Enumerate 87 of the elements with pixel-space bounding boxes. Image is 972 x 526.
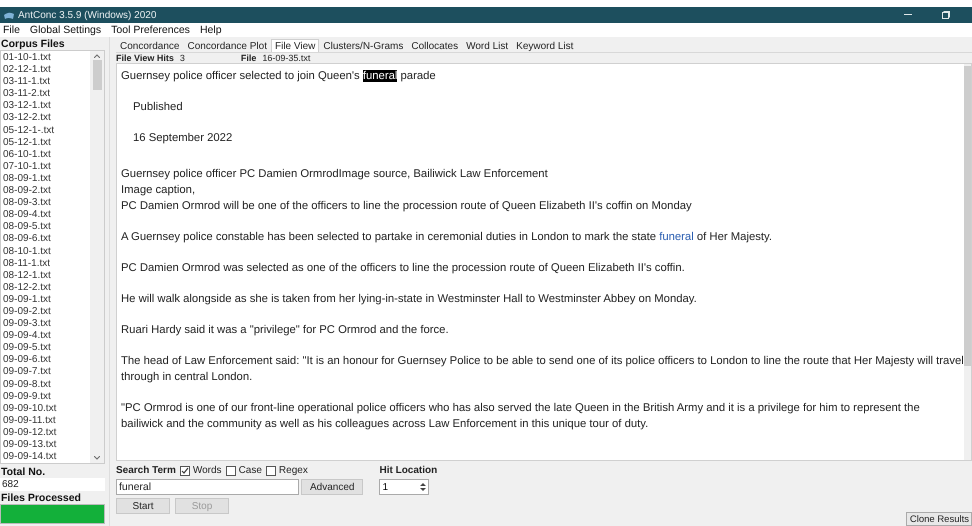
checkbox[interactable] [266, 466, 276, 476]
file-list[interactable] [0, 50, 105, 464]
highlighted-hit: funeral [362, 70, 398, 82]
file-list-item[interactable]: 03-12-2.txt [1, 112, 90, 125]
file-list-item[interactable]: 02-12-1.txt [1, 64, 90, 76]
file-list-item[interactable]: 08-09-1.txt [1, 172, 90, 186]
clone-results-button[interactable]: Clone Results [906, 512, 972, 526]
text-line: Image caption, [121, 183, 196, 198]
text-line: Guernsey police officer selected to join Queen's funeral parade [121, 69, 437, 84]
hits-label: File View Hits [116, 53, 174, 63]
text-line: A Guernsey police constable has been selected to partake in ceremonial duties in London to mark the state funeral of Her Majesty. [121, 230, 773, 245]
files-processed-label: Files Processed [0, 492, 82, 504]
app-icon [4, 10, 14, 20]
file-list-item[interactable]: 08-12-2.txt [1, 282, 90, 294]
checkbox-label: Case [238, 465, 262, 476]
file-list-item[interactable]: 09-09-7.txt [1, 366, 90, 379]
scrollbar[interactable] [90, 51, 104, 463]
file-list-item[interactable]: 01-10-1.txt [1, 52, 90, 64]
hits-count: 3 [180, 53, 185, 63]
file-list-item[interactable]: 07-10-1.txt [1, 160, 90, 173]
file-list-item[interactable]: 09-09-5.txt [1, 342, 90, 354]
file-list-item[interactable]: 08-10-1.txt [1, 246, 90, 258]
checkbox-label: Regex [278, 465, 308, 476]
text-line: PC Damien Ormrod will be one of the officers to line the procession route of Queen Elizabeth II's coffin on Monday [121, 199, 693, 214]
file-list-item[interactable]: 09-09-12.txt [1, 426, 90, 439]
start-button[interactable]: Start [116, 498, 170, 514]
total-label: Total No. [0, 466, 46, 478]
hit-location-spinner[interactable]: 1 [379, 479, 430, 495]
text-line: through in central London. [121, 370, 254, 385]
checkbox[interactable] [180, 466, 190, 476]
search-field[interactable]: funeral [116, 479, 299, 495]
file-list-item[interactable]: 09-09-10.txt [1, 402, 90, 415]
file-list-item[interactable]: 08-09-4.txt [1, 209, 90, 222]
text-line: bailiwick and the community as well as his colleagues across Law Enforcement in this unique tour of duty. [121, 417, 650, 432]
file-list-item[interactable]: 09-09-6.txt [1, 354, 90, 366]
checkbox[interactable] [226, 466, 236, 476]
file-list-item[interactable]: 09-09-8.txt [1, 378, 90, 391]
window-title: AntConc 3.5.9 (Windows) 2020 [18, 10, 158, 20]
file-list-item[interactable]: 08-09-2.txt [1, 185, 90, 198]
text-line: He will walk alongside as she is taken from her lying-in-state in Westminster Hall to Westminster Abbey on Monday. [121, 292, 698, 307]
file-list-item[interactable]: 03-11-2.txt [1, 88, 90, 100]
file-list-item[interactable]: 06-10-1.txt [1, 148, 90, 161]
restore-icon[interactable] [942, 11, 950, 19]
total-field: 682 [0, 478, 105, 491]
scrollbar[interactable] [964, 64, 971, 460]
menu-item[interactable]: Global Settings [30, 24, 102, 36]
file-list-item[interactable]: 08-09-5.txt [1, 221, 90, 234]
text-line: Ruari Hardy said it was a "privilege" for PC Ormrod and the force. [121, 323, 450, 338]
file-list-item[interactable]: 09-09-3.txt [1, 318, 90, 330]
corpus-files-label: Corpus Files [0, 38, 66, 50]
file-name: 16-09-35.txt [262, 53, 310, 63]
hit-location-label: Hit Location [379, 465, 438, 476]
file-list-item[interactable]: 08-11-1.txt [1, 258, 90, 270]
text-line: "PC Ormrod is one of our front-line operational police officers who has also served the late Queen in the British Army and it is a privilege for him to represent the [121, 401, 921, 416]
text-line: Guernsey police officer PC Damien OrmrodImage source, Bailiwick Law Enforcement [121, 167, 549, 182]
checkbox-label: Words [192, 465, 222, 476]
file-list-item[interactable]: 09-09-9.txt [1, 390, 90, 403]
scrollbar-thumb[interactable] [92, 60, 102, 90]
file-list-item[interactable]: 05-12-1.txt [1, 136, 90, 149]
file-list-item[interactable]: 09-09-2.txt [1, 306, 90, 318]
file-list-item[interactable]: 09-09-4.txt [1, 330, 90, 342]
file-list-item[interactable]: 08-09-6.txt [1, 233, 90, 246]
menu-item[interactable]: File [3, 24, 20, 36]
file-list-item[interactable]: 03-11-1.txt [1, 76, 90, 88]
file-list-item[interactable]: 05-12-1-.txt [1, 124, 90, 137]
scroll-up-icon[interactable] [94, 54, 100, 58]
menu-item[interactable]: Help [200, 24, 222, 36]
spinner-arrows-icon[interactable] [420, 482, 426, 492]
scroll-down-icon[interactable] [94, 456, 100, 460]
file-list-item[interactable]: 08-09-3.txt [1, 197, 90, 210]
scrollbar-thumb[interactable] [964, 66, 971, 366]
file-label: File [240, 53, 256, 63]
file-list-item[interactable]: 09-09-1.txt [1, 294, 90, 306]
text-line: Published [133, 100, 184, 115]
minimize-icon[interactable] [904, 14, 912, 16]
search-term-label: Search Term [116, 465, 176, 476]
text-line: PC Damien Ormrod was selected as one of the officers to line the procession route of Queen Elizabeth II's coffin. [121, 261, 686, 276]
file-list-item[interactable]: 09-09-13.txt [1, 439, 90, 452]
file-list-item[interactable]: 03-12-1.txt [1, 100, 90, 112]
text-line: 16 September 2022 [133, 131, 234, 146]
file-list-item[interactable]: 08-12-1.txt [1, 270, 90, 282]
text-line: The head of Law Enforcement said: "It is an honour for Guernsey Police to be able to send one of its police officers to London to line the route that Her Majesty will travel [121, 354, 964, 369]
advanced-button[interactable]: Advanced [301, 479, 364, 495]
tab[interactable]: File View [270, 39, 320, 52]
file-list-item[interactable]: 09-09-11.txt [1, 414, 90, 427]
file-list-item[interactable]: 09-09-14.txt [1, 451, 90, 464]
menu-item[interactable]: Tool Preferences [111, 24, 190, 36]
